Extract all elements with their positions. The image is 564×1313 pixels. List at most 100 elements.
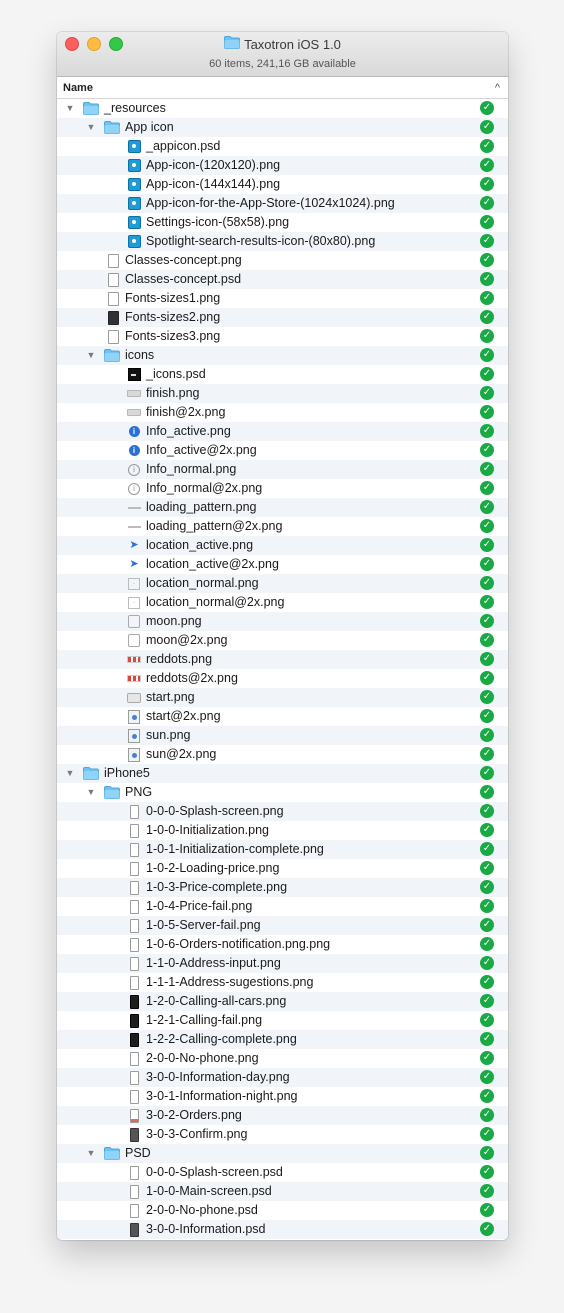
sync-status-check-icon: ✓ [480,880,494,894]
disclosure-triangle-icon[interactable]: ▼ [65,764,75,783]
file-row[interactable]: Settings-icon-(58x58).png ✓ [57,213,508,232]
item-name: moon.png [146,614,202,628]
folder-row[interactable]: ▼ icons ✓ [57,346,508,365]
disclosure-triangle-icon[interactable]: ▼ [86,1144,96,1163]
file-row[interactable]: 3-0-1-Information-night.png ✓ [57,1087,508,1106]
phone-red-icon [127,1108,141,1123]
item-name: finish@2x.png [146,405,226,419]
file-row[interactable]: 3-0-2-Orders.png ✓ [57,1106,508,1125]
item-name: start.png [146,690,195,704]
file-row[interactable]: 2-0-0-No-phone.png ✓ [57,1049,508,1068]
file-row[interactable]: 3-0-0-Information.psd ✓ [57,1220,508,1239]
file-row[interactable]: 1-0-3-Price-complete.png ✓ [57,878,508,897]
disclosure-triangle-icon[interactable]: ▼ [86,783,96,802]
phone-icon [127,842,141,857]
item-name: location_normal.png [146,576,259,590]
file-row[interactable]: _appicon.psd ✓ [57,137,508,156]
doc-icon [106,272,120,287]
folder-icon [83,102,99,115]
info-active-icon: i [127,425,141,438]
sync-status-check-icon: ✓ [480,1089,494,1103]
file-row[interactable]: reddots.png ✓ [57,650,508,669]
folder-row[interactable]: ▼ PSD ✓ [57,1144,508,1163]
sync-status-check-icon: ✓ [480,918,494,932]
file-row[interactable]: Fonts-sizes2.png ✓ [57,308,508,327]
location-normal-icon: · [127,596,141,609]
file-row[interactable]: ➤ location_active.png ✓ [57,536,508,555]
folder-row[interactable]: ▼ App icon ✓ [57,118,508,137]
item-name: App-icon-(144x144).png [146,177,281,191]
file-row[interactable]: 1-0-4-Price-fail.png ✓ [57,897,508,916]
file-row[interactable]: Classes-concept.psd ✓ [57,270,508,289]
folder-row[interactable]: ▼ PNG ✓ [57,783,508,802]
sync-status-check-icon: ✓ [480,158,494,172]
info-normal-icon: i [127,463,141,476]
file-row[interactable]: sun.png ✓ [57,726,508,745]
sync-status-check-icon: ✓ [480,348,494,362]
file-row[interactable]: 1-2-1-Calling-fail.png ✓ [57,1011,508,1030]
folder-row[interactable]: ▼ _resources ✓ [57,99,508,118]
file-row[interactable]: 1-2-0-Calling-all-cars.png ✓ [57,992,508,1011]
sort-chevron-icon[interactable]: ^ [495,82,500,94]
phone-icon [127,804,141,819]
item-name: icons [125,348,155,362]
file-row[interactable]: finish.png ✓ [57,384,508,403]
file-row[interactable]: sun@2x.png ✓ [57,745,508,764]
file-row[interactable]: Classes-concept.png ✓ [57,251,508,270]
file-row[interactable]: 3-0-3-Confirm.png ✓ [57,1125,508,1144]
file-row[interactable]: 1-0-5-Server-fail.png ✓ [57,916,508,935]
file-row[interactable]: App-icon-for-the-App-Store-(1024x1024).p… [57,194,508,213]
item-name: 2-0-0-No-phone.psd [146,1203,258,1217]
disclosure-triangle-icon[interactable]: ▼ [86,346,96,365]
file-row[interactable]: · location_normal.png ✓ [57,574,508,593]
sync-status-check-icon: ✓ [480,994,494,1008]
line-icon [127,501,141,514]
file-row[interactable]: App-icon-(144x144).png ✓ [57,175,508,194]
file-row[interactable]: loading_pattern.png ✓ [57,498,508,517]
file-row[interactable]: 1-0-1-Initialization-complete.png ✓ [57,840,508,859]
disclosure-triangle-icon[interactable]: ▼ [86,118,96,137]
file-row[interactable]: reddots@2x.png ✓ [57,669,508,688]
sync-status-check-icon: ✓ [480,861,494,875]
file-row[interactable]: Fonts-sizes1.png ✓ [57,289,508,308]
file-row[interactable]: 2-0-0-No-phone.psd ✓ [57,1201,508,1220]
file-row[interactable]: ➤ location_active@2x.png ✓ [57,555,508,574]
file-row[interactable]: start.png ✓ [57,688,508,707]
item-name: PNG [125,785,153,799]
file-row[interactable]: i Info_active.png ✓ [57,422,508,441]
file-row[interactable]: 1-0-2-Loading-price.png ✓ [57,859,508,878]
file-row[interactable]: 1-1-1-Address-sugestions.png ✓ [57,973,508,992]
file-row[interactable]: · location_normal@2x.png ✓ [57,593,508,612]
file-row[interactable]: i Info_active@2x.png ✓ [57,441,508,460]
sync-status-check-icon: ✓ [480,1032,494,1046]
file-row[interactable]: 1-0-0-Initialization.png ✓ [57,821,508,840]
file-row[interactable]: finish@2x.png ✓ [57,403,508,422]
column-header-name[interactable]: Name ^ [57,77,508,99]
file-row[interactable]: start@2x.png ✓ [57,707,508,726]
file-row[interactable]: moon.png ✓ [57,612,508,631]
file-row[interactable]: Spotlight-search-results-icon-(80x80).pn… [57,232,508,251]
file-row[interactable]: i Info_normal.png ✓ [57,460,508,479]
sync-status-check-icon: ✓ [480,595,494,609]
item-name: _icons.psd [146,367,206,381]
file-row[interactable]: 0-0-0-Splash-screen.psd ✓ [57,1163,508,1182]
file-row[interactable]: 1-1-0-Address-input.png ✓ [57,954,508,973]
file-row[interactable]: i Info_normal@2x.png ✓ [57,479,508,498]
file-row[interactable]: Fonts-sizes3.png ✓ [57,327,508,346]
file-row[interactable]: 1-0-6-Orders-notification.png.png ✓ [57,935,508,954]
phone-icon [127,1051,141,1066]
file-row[interactable]: moon@2x.png ✓ [57,631,508,650]
file-row[interactable]: 1-0-0-Main-screen.psd ✓ [57,1182,508,1201]
phone-icon [127,1089,141,1104]
file-row[interactable]: loading_pattern@2x.png ✓ [57,517,508,536]
file-row[interactable]: App-icon-(120x120).png ✓ [57,156,508,175]
item-name: moon@2x.png [146,633,228,647]
file-row[interactable]: _icons.psd ✓ [57,365,508,384]
file-row[interactable]: 0-0-0-Splash-screen.png ✓ [57,802,508,821]
folder-row[interactable]: ▼ iPhone5 ✓ [57,764,508,783]
item-name: App icon [125,120,174,134]
sync-status-check-icon: ✓ [480,443,494,457]
disclosure-triangle-icon[interactable]: ▼ [65,99,75,118]
file-row[interactable]: 1-2-2-Calling-complete.png ✓ [57,1030,508,1049]
file-row[interactable]: 3-0-0-Information-day.png ✓ [57,1068,508,1087]
